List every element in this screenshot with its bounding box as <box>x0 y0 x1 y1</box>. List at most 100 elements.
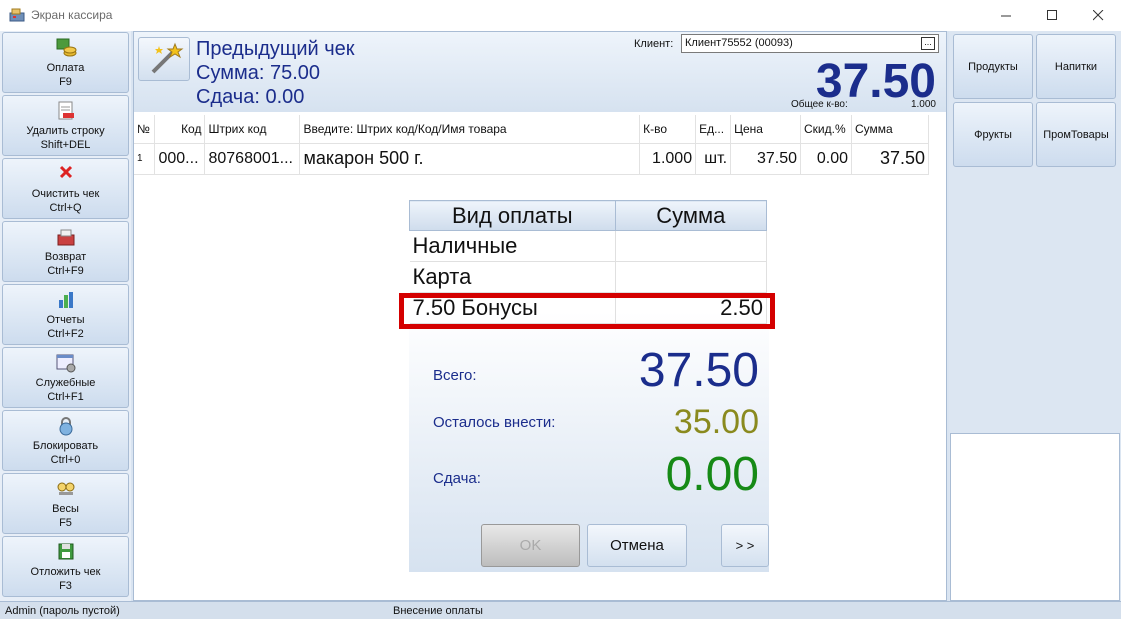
scales-button[interactable]: Весы F5 <box>2 473 129 534</box>
ok-button[interactable]: OK <box>481 524 580 567</box>
return-icon <box>57 229 74 246</box>
sidebar-item-label: Служебные <box>35 377 96 389</box>
payment-sum <box>615 230 768 262</box>
sidebar-item-shortcut: Ctrl+F9 <box>47 265 84 277</box>
column-header[interactable]: Введите: Штрих код/Код/Имя товара <box>299 115 641 144</box>
payment-row-card[interactable]: Карта <box>409 261 768 293</box>
column-header[interactable]: К-во <box>639 115 697 144</box>
sidebar-item-label: Возврат <box>44 251 87 263</box>
maximize-icon <box>1046 10 1057 20</box>
postpone-receipt-button[interactable]: Отложить чек F3 <box>2 536 129 597</box>
category-products-button[interactable]: Продукты <box>953 34 1033 99</box>
service-icon <box>56 354 75 373</box>
client-label: Клиент: <box>634 38 674 50</box>
receipt-header: Предыдущий чек Сумма: 75.00 Сдача: 0.00 … <box>134 32 946 112</box>
lock-button[interactable]: Блокировать Ctrl+0 <box>2 410 129 471</box>
magic-wand-button[interactable] <box>138 37 190 81</box>
service-button[interactable]: Служебные Ctrl+F1 <box>2 347 129 408</box>
change-value: 0.00 <box>665 448 759 501</box>
items-table: № Код Штрих код Введите: Штрих код/Код/И… <box>134 115 929 175</box>
reports-button[interactable]: Отчеты Ctrl+F2 <box>2 284 129 345</box>
column-header[interactable]: Ед... <box>695 115 732 144</box>
table-row[interactable]: 1 000... 80768001... макарон 500 г. 1.00… <box>134 143 929 175</box>
sidebar-item-shortcut: F9 <box>59 76 72 88</box>
previous-receipt-title: Предыдущий чек <box>196 38 355 60</box>
clear-icon <box>59 165 72 179</box>
magic-wand-icon <box>151 42 184 74</box>
sidebar-item-shortcut: Ctrl+F2 <box>47 328 84 340</box>
minimize-button[interactable] <box>983 0 1029 31</box>
title-bar: Экран кассира <box>0 0 1121 31</box>
sidebar-item-shortcut: Ctrl+0 <box>50 454 81 466</box>
remaining-value: 35.00 <box>673 403 759 441</box>
sidebar-item-shortcut: F3 <box>59 580 72 592</box>
client-field[interactable]: Клиент75552 (00093) ... <box>681 34 939 53</box>
status-message: Внесение оплаты <box>393 605 483 617</box>
left-sidebar: Оплата F9 Удалить строку Shift+DEL Очист… <box>0 31 131 601</box>
sidebar-item-label: Отложить чек <box>30 566 101 578</box>
delete-row-button[interactable]: Удалить строку Shift+DEL <box>2 95 129 156</box>
column-header[interactable]: Сумма <box>851 115 929 144</box>
payment-type: Наличные <box>409 230 616 262</box>
payment-type: Карта <box>409 261 616 293</box>
close-icon <box>1092 10 1103 21</box>
category-goods-button[interactable]: ПромТовары <box>1036 102 1116 167</box>
remaining-label: Осталось внести: <box>433 414 556 431</box>
category-fruits-button[interactable]: Фрукты <box>953 102 1033 167</box>
status-user: Admin (пароль пустой) <box>5 605 120 617</box>
lock-icon <box>59 417 72 436</box>
cell-barcode: 80768001... <box>204 143 301 175</box>
previous-receipt-change: Сдача: 0.00 <box>196 86 305 108</box>
cell-sum: 37.50 <box>851 143 929 175</box>
client-select-button[interactable]: ... <box>921 37 935 50</box>
sidebar-item-label: Отчеты <box>46 314 85 326</box>
cashier-window: Экран кассира Оплата F9 Удалить строку S… <box>0 0 1121 619</box>
status-bar: Admin (пароль пустой) Внесение оплаты <box>0 601 1121 619</box>
column-header[interactable]: № <box>134 115 156 144</box>
register-icon <box>9 8 25 22</box>
cell-product-name: макарон 500 г. <box>299 143 641 175</box>
sidebar-item-label: Весы <box>52 503 79 515</box>
column-header: Сумма <box>614 200 768 231</box>
cell-qty: 1.000 <box>639 143 697 175</box>
cell-unit: шт. <box>695 143 732 175</box>
client-value: Клиент75552 (00093) <box>685 37 793 49</box>
category-drinks-button[interactable]: Напитки <box>1036 34 1116 99</box>
right-panel: Продукты Напитки Фрукты ПромТовары <box>949 31 1121 601</box>
clear-receipt-button[interactable]: Очистить чек Ctrl+Q <box>2 158 129 219</box>
payment-row-cash[interactable]: Наличные <box>409 230 768 262</box>
column-header[interactable]: Цена <box>730 115 802 144</box>
coins-icon <box>56 38 76 57</box>
maximize-button[interactable] <box>1029 0 1075 31</box>
change-label: Сдача: <box>433 470 481 487</box>
total-value: 37.50 <box>638 344 759 397</box>
save-icon <box>58 543 73 560</box>
bonus-highlight-box <box>399 293 775 329</box>
cancel-button[interactable]: Отмена <box>587 524 687 567</box>
column-header[interactable]: Штрих код <box>204 115 301 144</box>
sidebar-item-label: Удалить строку <box>26 125 105 137</box>
close-button[interactable] <box>1075 0 1121 31</box>
window-title: Экран кассира <box>31 8 113 22</box>
total-qty-label: Общее к-во: <box>791 99 848 110</box>
column-header[interactable]: Скид.% <box>800 115 852 144</box>
payment-header-row: Вид оплаты Сумма <box>409 200 768 231</box>
cell-discount: 0.00 <box>800 143 852 175</box>
sidebar-item-label: Блокировать <box>32 440 99 452</box>
cell-number: 1 <box>134 143 156 175</box>
cell-price: 37.50 <box>730 143 802 175</box>
payment-sum <box>615 261 768 293</box>
payment-dialog: Вид оплаты Сумма Наличные Карта 7.50 Бон… <box>409 200 769 572</box>
next-button[interactable]: > > <box>721 524 769 567</box>
sidebar-item-shortcut: Ctrl+F1 <box>47 391 84 403</box>
total-qty-value: 1.000 <box>910 99 936 110</box>
return-button[interactable]: Возврат Ctrl+F9 <box>2 221 129 282</box>
column-header[interactable]: Код <box>154 115 206 144</box>
sidebar-item-shortcut: Ctrl+Q <box>49 202 82 214</box>
payment-button[interactable]: Оплата F9 <box>2 32 129 93</box>
reports-icon <box>58 292 73 308</box>
delete-row-icon <box>58 101 74 120</box>
previous-receipt-sum: Сумма: 75.00 <box>196 62 321 84</box>
sidebar-item-label: Оплата <box>46 62 85 74</box>
table-header-row: № Код Штрих код Введите: Штрих код/Код/И… <box>134 115 929 144</box>
